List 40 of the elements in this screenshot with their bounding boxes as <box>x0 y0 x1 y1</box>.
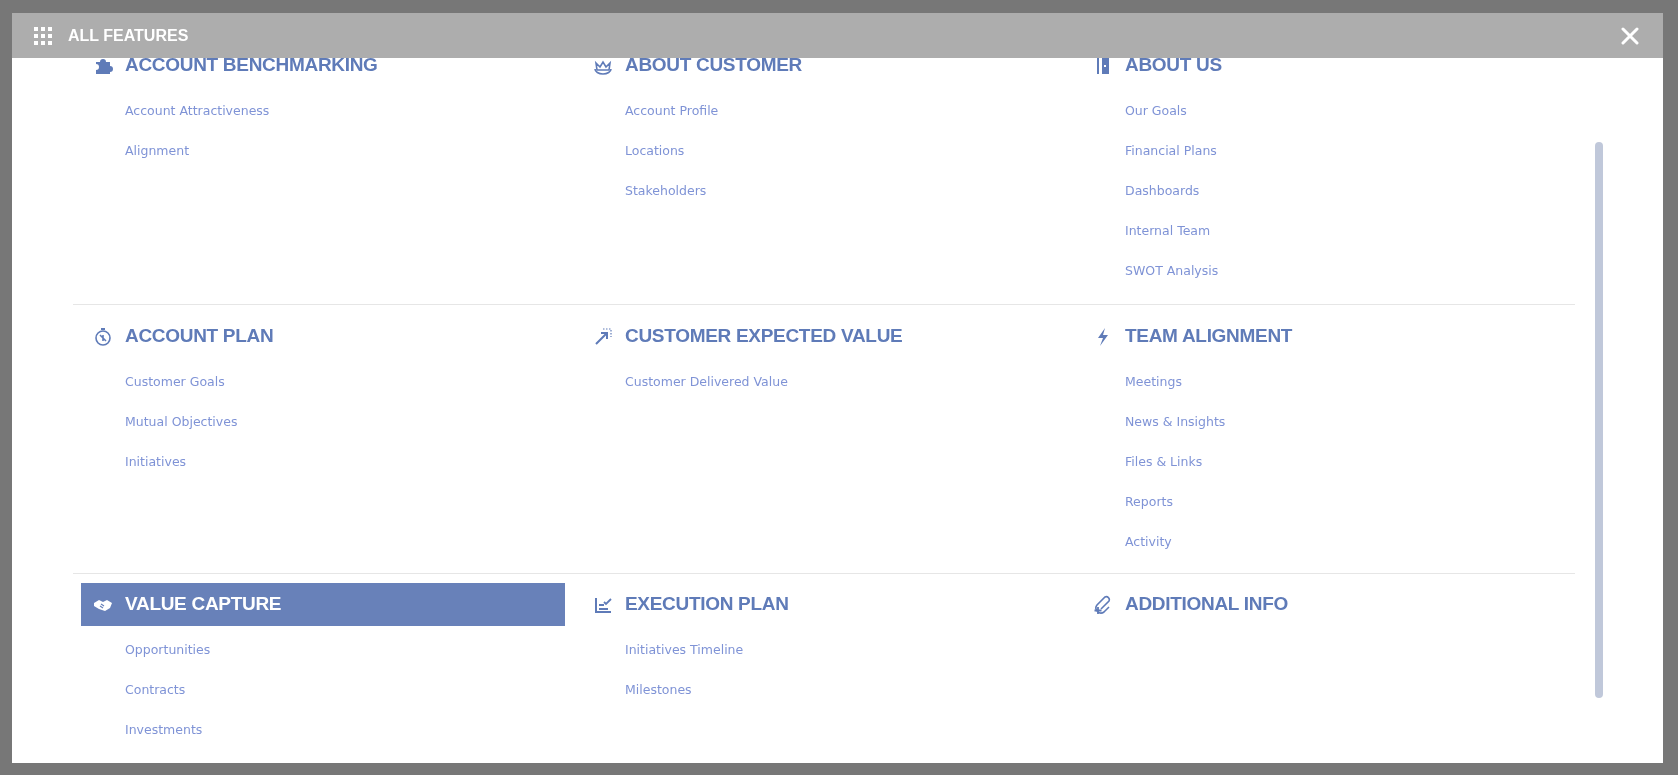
feature-link[interactable]: SWOT Analysis <box>1125 251 1219 291</box>
feature-link[interactable]: Initiatives Timeline <box>625 630 744 670</box>
section-heading[interactable]: ACCOUNT PLAN <box>81 315 565 358</box>
feature-link[interactable]: News & Insights <box>1125 402 1226 442</box>
feature-link[interactable]: Opportunities <box>125 630 211 670</box>
feature-link[interactable]: Activity <box>1125 522 1172 562</box>
feature-link[interactable]: Contracts <box>125 670 186 710</box>
feature-link[interactable]: Milestones <box>625 670 692 710</box>
feature-link[interactable]: Initiatives <box>125 442 187 482</box>
section-heading[interactable]: CUSTOMER EXPECTED VALUE <box>581 315 1065 358</box>
feature-link[interactable]: Mutual Objectives <box>125 402 238 442</box>
feature-link[interactable]: Financial Plans <box>1125 131 1217 171</box>
feature-link[interactable]: Our Goals <box>1125 91 1187 131</box>
section-heading[interactable]: ACCOUNT BENCHMARKING <box>81 44 565 87</box>
feature-link[interactable]: Stakeholders <box>625 171 707 211</box>
scrollbar[interactable] <box>1595 142 1603 698</box>
modal-title: ALL FEATURES <box>68 25 189 46</box>
paperclip-icon <box>1093 594 1113 615</box>
feature-link[interactable]: Account Attractiveness <box>125 91 270 131</box>
expand-arrow-icon <box>593 326 613 347</box>
feature-link[interactable]: Dashboards <box>1125 171 1200 211</box>
section-heading[interactable]: ADDITIONAL INFO <box>1081 583 1565 626</box>
feature-link[interactable]: Customer Goals <box>125 362 225 402</box>
compass-icon <box>93 326 113 347</box>
grid-icon[interactable] <box>34 26 52 45</box>
section-heading[interactable]: EXECUTION PLAN <box>581 583 1065 626</box>
feature-link[interactable]: Files & Links <box>1125 442 1203 482</box>
feature-link[interactable]: Investments <box>125 710 203 750</box>
feature-link[interactable]: Reports <box>1125 482 1173 522</box>
section-heading[interactable]: TEAM ALIGNMENT <box>1081 315 1565 358</box>
close-icon <box>1621 26 1639 45</box>
feature-link[interactable]: Meetings <box>1125 362 1182 402</box>
section-heading[interactable]: VALUE CAPTURE <box>81 583 565 626</box>
feature-link[interactable]: Locations <box>625 131 685 171</box>
feature-link[interactable]: Alignment <box>125 131 190 171</box>
feature-link[interactable]: Account Profile <box>625 91 719 131</box>
section-heading[interactable]: ABOUT US <box>1081 44 1565 87</box>
section-heading[interactable]: ABOUT CUSTOMER <box>581 44 1065 87</box>
feature-link[interactable]: Internal Team <box>1125 211 1211 251</box>
feature-link[interactable]: Customer Delivered Value <box>625 362 788 402</box>
